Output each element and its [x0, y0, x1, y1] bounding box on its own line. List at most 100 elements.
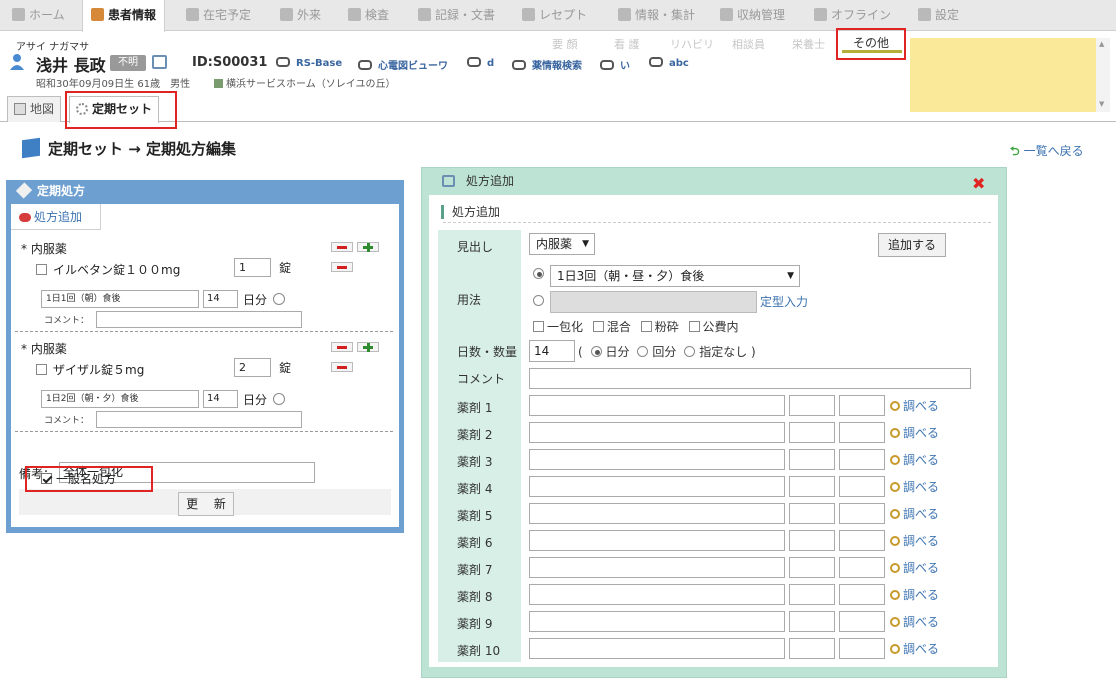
link-d[interactable]: d — [467, 57, 494, 69]
drug-unit-input[interactable] — [839, 557, 885, 578]
nav-home-visit[interactable]: 在宅予定 — [186, 0, 251, 31]
drug-unit-input[interactable] — [839, 638, 885, 659]
option-checkbox[interactable] — [592, 321, 604, 332]
drug-checkbox[interactable] — [36, 264, 47, 275]
drug-qty-input[interactable] — [789, 611, 835, 632]
nav-records[interactable]: 記録・文書 — [418, 0, 495, 31]
nav-offline[interactable]: オフライン — [814, 0, 891, 31]
tab-other[interactable]: その他 — [836, 28, 906, 60]
lookup-link[interactable]: 調べる — [890, 451, 939, 468]
drug-qty-input[interactable] — [789, 422, 835, 443]
link-ecg-viewer[interactable]: 心電図ビューワ — [358, 57, 448, 72]
nav-home[interactable]: ホーム — [12, 0, 65, 31]
drug-qty-input[interactable] — [789, 557, 835, 578]
nav-lab[interactable]: 検査 — [348, 0, 389, 31]
subtab-doctor[interactable]: 要 顔 — [552, 36, 578, 52]
link-rs-base[interactable]: RS-Base — [276, 57, 342, 69]
days-input[interactable]: 14 — [529, 340, 575, 362]
qty-input[interactable]: 1 — [234, 258, 271, 277]
subtab-dietitian[interactable]: 栄養士 — [792, 36, 825, 52]
drug-qty-input[interactable] — [789, 530, 835, 551]
nav-receipt[interactable]: レセプト — [522, 0, 587, 31]
drug-unit-input[interactable] — [839, 422, 885, 443]
option-checkbox[interactable] — [640, 321, 652, 332]
unit-times-radio[interactable] — [637, 346, 649, 357]
lookup-link[interactable]: 調べる — [890, 613, 939, 630]
drug-unit-input[interactable] — [839, 395, 885, 416]
lookup-link[interactable]: 調べる — [890, 559, 939, 576]
drug-name-input[interactable] — [529, 476, 785, 497]
lookup-link[interactable]: 調べる — [890, 424, 939, 441]
add-rx-button[interactable]: 処方追加 — [11, 204, 101, 230]
drug-name-input[interactable] — [529, 395, 785, 416]
option-checkbox[interactable] — [688, 321, 700, 332]
comment-input[interactable] — [96, 411, 302, 428]
drug-unit-input[interactable] — [839, 449, 885, 470]
remove-drug-button[interactable] — [331, 362, 353, 372]
drug-qty-input[interactable] — [789, 395, 835, 416]
drug-unit-input[interactable] — [839, 584, 885, 605]
lookup-link[interactable]: 調べる — [890, 640, 939, 657]
drug-unit-input[interactable] — [839, 503, 885, 524]
comment-input[interactable] — [529, 368, 971, 389]
usage-custom-radio[interactable] — [533, 295, 544, 306]
drug-qty-input[interactable] — [789, 638, 835, 659]
add-drug-button[interactable] — [357, 242, 379, 252]
calc-icon[interactable] — [273, 393, 285, 405]
heading-select[interactable]: 内服薬 ▼ — [529, 233, 595, 255]
lookup-link[interactable]: 調べる — [890, 397, 939, 414]
drug-unit-input[interactable] — [839, 611, 885, 632]
drug-qty-input[interactable] — [789, 449, 835, 470]
comment-input[interactable] — [96, 311, 302, 328]
drug-name-input[interactable] — [529, 557, 785, 578]
drug-name-input[interactable] — [529, 638, 785, 659]
subtab-counselor[interactable]: 相談員 — [732, 36, 765, 52]
drug-qty-input[interactable] — [789, 584, 835, 605]
unit-none-radio[interactable] — [684, 346, 696, 357]
generic-rx-checkbox[interactable]: 一般名処方 — [25, 466, 153, 492]
remove-rx-button[interactable] — [331, 242, 353, 252]
drug-checkbox[interactable] — [36, 364, 47, 375]
drug-name-input[interactable] — [529, 422, 785, 443]
fixed-input-link[interactable]: 定型入力 — [760, 293, 808, 310]
remove-rx-button[interactable] — [331, 342, 353, 352]
usage-input[interactable]: 1日1回（朝）食後 — [41, 290, 199, 308]
drug-name-input[interactable] — [529, 584, 785, 605]
link-abc[interactable]: abc — [649, 57, 689, 69]
nav-settings[interactable]: 設定 — [918, 0, 959, 31]
subtab-rehab[interactable]: リハビリ — [670, 36, 714, 52]
lookup-link[interactable]: 調べる — [890, 505, 939, 522]
option-checkbox[interactable] — [533, 321, 544, 332]
link-i[interactable]: い — [600, 57, 630, 72]
tab-map[interactable]: 地図 — [7, 96, 62, 122]
usage-select-radio[interactable] — [533, 268, 544, 279]
nav-patient-info[interactable]: 患者情報 — [82, 0, 166, 32]
drug-name-input[interactable] — [529, 611, 785, 632]
add-button[interactable]: 追加する — [878, 233, 946, 257]
drug-qty-input[interactable] — [789, 503, 835, 524]
lookup-link[interactable]: 調べる — [890, 478, 939, 495]
drug-name-input[interactable] — [529, 449, 785, 470]
nav-payment[interactable]: 収納管理 — [720, 0, 785, 31]
drug-unit-input[interactable] — [839, 530, 885, 551]
days-input[interactable]: 14 — [203, 390, 238, 408]
link-drug-search[interactable]: 薬情報検索 — [512, 57, 582, 72]
nav-outpatient[interactable]: 外来 — [280, 0, 321, 31]
qty-input[interactable]: 2 — [234, 358, 271, 377]
drug-qty-input[interactable] — [789, 476, 835, 497]
usage-input[interactable]: 1日2回（朝・夕）食後 — [41, 390, 199, 408]
update-button[interactable]: 更 新 — [178, 492, 234, 516]
window-icon[interactable] — [152, 55, 167, 69]
nav-stats[interactable]: 情報・集計 — [618, 0, 695, 31]
subtab-nursing[interactable]: 看 護 — [614, 36, 640, 52]
back-to-list-link[interactable]: ⮌ 一覧へ戻る — [1010, 142, 1084, 163]
lookup-link[interactable]: 調べる — [890, 586, 939, 603]
add-drug-button[interactable] — [357, 342, 379, 352]
usage-custom-input[interactable] — [550, 291, 757, 313]
days-input[interactable]: 14 — [203, 290, 238, 308]
drug-name-input[interactable] — [529, 503, 785, 524]
unit-days-radio[interactable] — [590, 346, 602, 357]
calc-icon[interactable] — [273, 293, 285, 305]
close-icon[interactable]: ✖ — [972, 171, 985, 197]
drug-name-input[interactable] — [529, 530, 785, 551]
